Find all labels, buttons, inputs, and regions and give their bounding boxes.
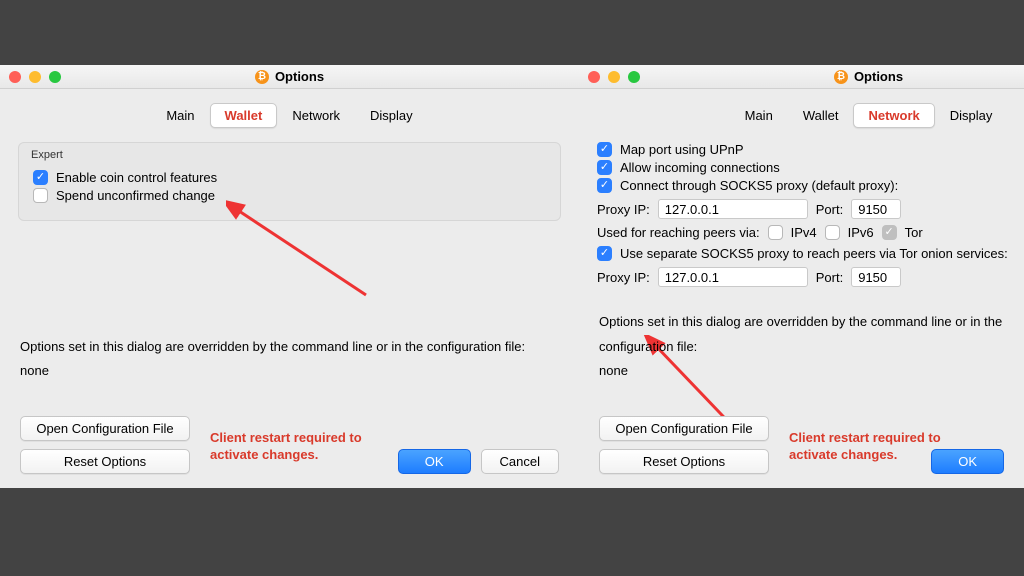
port2-label: Port: — [816, 270, 843, 285]
spend-unconfirmed-label: Spend unconfirmed change — [56, 188, 215, 203]
proxy-ip-input[interactable] — [658, 199, 808, 219]
options-window-wallet: ₿ Options Main Wallet Network Display Ex… — [0, 65, 579, 488]
upnp-checkbox[interactable] — [597, 142, 612, 157]
tab-display[interactable]: Display — [935, 103, 1008, 128]
tab-wallet[interactable]: Wallet — [210, 103, 278, 128]
window-title: Options — [275, 69, 324, 84]
minimize-icon[interactable] — [29, 71, 41, 83]
tab-display[interactable]: Display — [355, 103, 428, 128]
proxy2-ip-input[interactable] — [658, 267, 808, 287]
ok-button[interactable]: OK — [398, 449, 471, 474]
override-text: Options set in this dialog are overridde… — [20, 335, 525, 360]
titlebar: ₿ Options — [0, 65, 579, 89]
reset-options-button[interactable]: Reset Options — [20, 449, 190, 474]
reset-options-button[interactable]: Reset Options — [599, 449, 769, 474]
zoom-icon[interactable] — [628, 71, 640, 83]
tab-main[interactable]: Main — [730, 103, 788, 128]
ipv6-checkbox[interactable] — [825, 225, 840, 240]
upnp-label: Map port using UPnP — [620, 142, 744, 157]
bitcoin-icon: ₿ — [834, 70, 848, 84]
spend-unconfirmed-checkbox[interactable] — [33, 188, 48, 203]
override-note: Options set in this dialog are overridde… — [599, 310, 1024, 384]
restart-required-label: Client restart required to activate chan… — [210, 430, 400, 464]
tab-main[interactable]: Main — [151, 103, 209, 128]
separate-socks5-label: Use separate SOCKS5 proxy to reach peers… — [620, 246, 1008, 261]
allow-incoming-label: Allow incoming connections — [620, 160, 780, 175]
tab-network[interactable]: Network — [853, 103, 934, 128]
ipv6-label: IPv6 — [848, 225, 874, 240]
override-text: Options set in this dialog are overridde… — [599, 310, 1024, 359]
port-label: Port: — [816, 202, 843, 217]
override-note: Options set in this dialog are overridde… — [20, 335, 525, 384]
tab-bar: Main Wallet Network Display — [0, 103, 579, 128]
expert-group: Expert Enable coin control features Spen… — [18, 142, 561, 221]
override-value: none — [599, 359, 1024, 384]
tab-wallet[interactable]: Wallet — [788, 103, 854, 128]
cancel-button[interactable]: Cancel — [481, 449, 559, 474]
socks5-label: Connect through SOCKS5 proxy (default pr… — [620, 178, 898, 193]
close-icon[interactable] — [588, 71, 600, 83]
bitcoin-icon: ₿ — [255, 70, 269, 84]
tab-bar: Main Wallet Network Display — [579, 103, 1024, 128]
expert-legend: Expert — [31, 149, 63, 161]
separate-socks5-checkbox[interactable] — [597, 246, 612, 261]
titlebar: ₿ Options — [579, 65, 1024, 89]
port2-input[interactable] — [851, 267, 901, 287]
coin-control-checkbox[interactable] — [33, 170, 48, 185]
options-window-network: ₿ Options Main Wallet Network Display Ma… — [579, 65, 1024, 488]
ipv4-label: IPv4 — [791, 225, 817, 240]
reach-label: Used for reaching peers via: — [597, 225, 760, 240]
zoom-icon[interactable] — [49, 71, 61, 83]
open-config-button[interactable]: Open Configuration File — [599, 416, 769, 441]
close-icon[interactable] — [9, 71, 21, 83]
open-config-button[interactable]: Open Configuration File — [20, 416, 190, 441]
coin-control-label: Enable coin control features — [56, 170, 217, 185]
ok-button[interactable]: OK — [931, 449, 1004, 474]
tor-checkbox[interactable] — [882, 225, 897, 240]
override-value: none — [20, 359, 525, 384]
tor-label: Tor — [905, 225, 923, 240]
allow-incoming-checkbox[interactable] — [597, 160, 612, 175]
tab-network[interactable]: Network — [277, 103, 355, 128]
proxy-ip-label: Proxy IP: — [597, 202, 650, 217]
proxy2-ip-label: Proxy IP: — [597, 270, 650, 285]
socks5-checkbox[interactable] — [597, 178, 612, 193]
window-title: Options — [854, 69, 903, 84]
ipv4-checkbox[interactable] — [768, 225, 783, 240]
minimize-icon[interactable] — [608, 71, 620, 83]
port-input[interactable] — [851, 199, 901, 219]
